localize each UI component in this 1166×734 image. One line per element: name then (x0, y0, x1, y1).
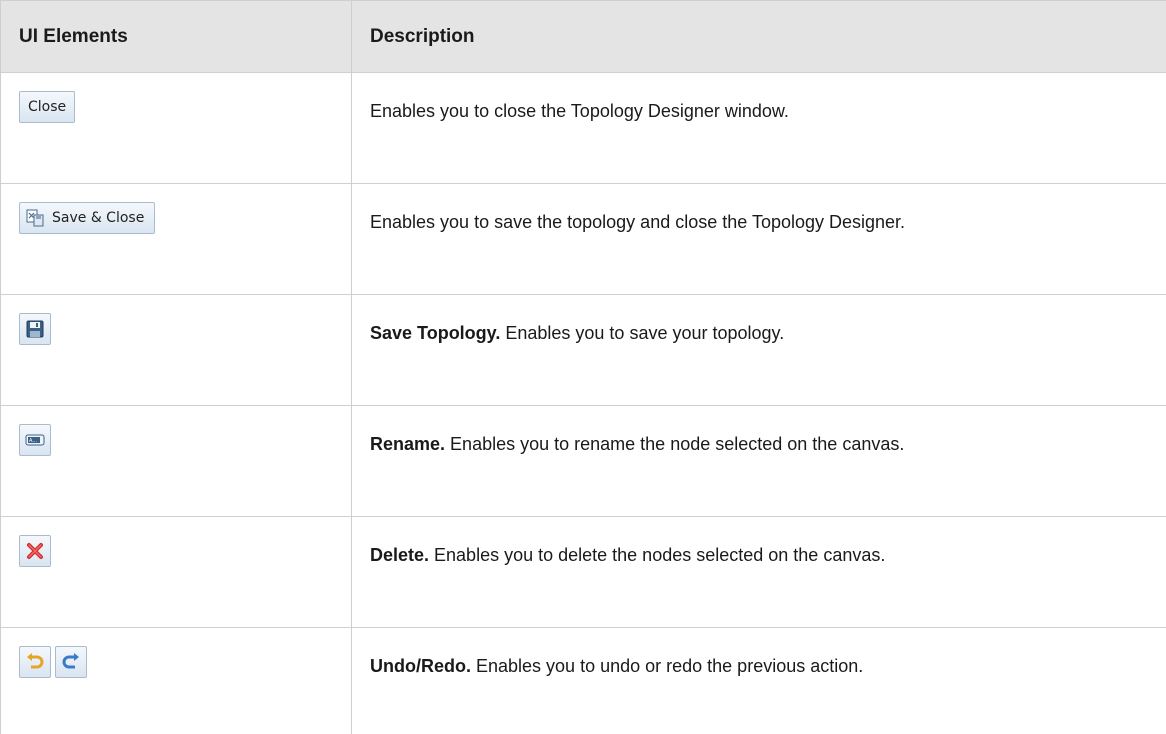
delete-button[interactable] (19, 535, 51, 567)
description-cell: Enables you to close the Topology Design… (352, 73, 1166, 184)
description-text: Enables you to rename the node selected … (445, 434, 904, 454)
description-cell: Delete. Enables you to delete the nodes … (352, 517, 1166, 628)
save-topology-button[interactable] (19, 313, 51, 345)
element-cell: Save & Close (1, 184, 352, 295)
description-cell: Save Topology. Enables you to save your … (352, 295, 1166, 406)
redo-button[interactable] (55, 646, 87, 678)
rename-icon: A... (25, 432, 45, 448)
floppy-disk-icon (25, 319, 45, 339)
element-cell (1, 517, 352, 628)
table-row: A... Rename. Enables you to rename the n… (1, 406, 1166, 517)
description-text: Enables you to save the topology and clo… (370, 212, 905, 232)
save-and-close-button[interactable]: Save & Close (19, 202, 155, 234)
description-cell: Undo/Redo. Enables you to undo or redo t… (352, 628, 1166, 734)
table-row: Undo/Redo. Enables you to undo or redo t… (1, 628, 1166, 734)
header-ui-elements: UI Elements (1, 1, 352, 73)
table-row: Close Enables you to close the Topology … (1, 73, 1166, 184)
table-row: Save & Close Enables you to save the top… (1, 184, 1166, 295)
element-cell: Close (1, 73, 352, 184)
redo-icon (61, 653, 81, 671)
header-description: Description (352, 1, 1166, 73)
element-cell (1, 295, 352, 406)
description-text: Enables you to close the Topology Design… (370, 101, 789, 121)
save-close-icon (26, 209, 44, 227)
element-cell: A... (1, 406, 352, 517)
red-x-icon (26, 542, 44, 560)
table-header-row: UI Elements Description (1, 1, 1166, 73)
description-cell: Enables you to save the topology and clo… (352, 184, 1166, 295)
description-cell: Rename. Enables you to rename the node s… (352, 406, 1166, 517)
description-text: Enables you to undo or redo the previous… (471, 656, 863, 676)
description-bold: Undo/Redo. (370, 656, 471, 676)
description-bold: Rename. (370, 434, 445, 454)
rename-button[interactable]: A... (19, 424, 51, 456)
description-text: Enables you to delete the nodes selected… (429, 545, 885, 565)
ui-elements-table: UI Elements Description Close Enables yo… (0, 0, 1166, 734)
undo-redo-group (19, 646, 87, 678)
table-row: Save Topology. Enables you to save your … (1, 295, 1166, 406)
close-button[interactable]: Close (19, 91, 75, 123)
undo-icon (25, 653, 45, 671)
description-bold: Save Topology. (370, 323, 500, 343)
save-close-label: Save & Close (52, 210, 144, 226)
description-text: Enables you to save your topology. (500, 323, 784, 343)
undo-button[interactable] (19, 646, 51, 678)
element-cell (1, 628, 352, 734)
svg-text:A...: A... (29, 438, 38, 444)
description-bold: Delete. (370, 545, 429, 565)
table-row: Delete. Enables you to delete the nodes … (1, 517, 1166, 628)
